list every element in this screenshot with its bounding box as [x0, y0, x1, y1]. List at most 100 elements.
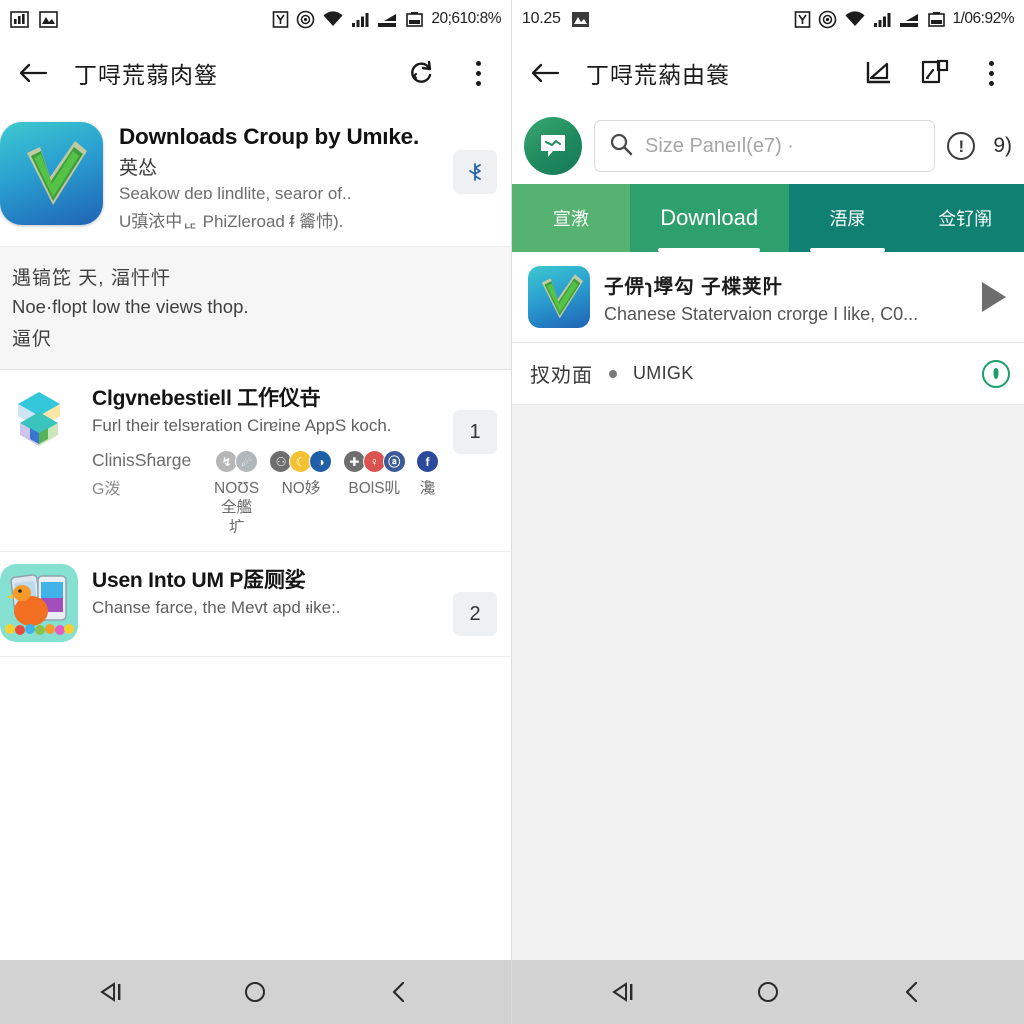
speech-bubble-avatar-icon[interactable] [524, 117, 582, 175]
home-icon[interactable] [232, 969, 278, 1015]
battery-icon [927, 10, 946, 29]
right-status-bar: 10.25 1/06:92% [512, 0, 1024, 38]
back-arrow-icon[interactable] [16, 56, 50, 90]
tab-active-indicator [658, 248, 760, 252]
edit-note-icon[interactable] [918, 56, 952, 90]
tab-2[interactable]: 浯㞗 [788, 184, 907, 252]
left-nav-bar [0, 960, 511, 1024]
status-battery-text: 20;610:8% [431, 10, 501, 27]
tab-label: 佥钌䦶 [938, 209, 993, 229]
search-placeholder: Size Paneıl(e7) · [645, 134, 794, 157]
list-item-subtitle: Chanse farce, the Mevt apd ᵼike:. [92, 598, 341, 618]
social-dot: ⓐ [382, 450, 406, 473]
overflow-menu-icon[interactable] [974, 56, 1008, 90]
list-item-title: Usen Into UM P㕋厕娑 [92, 569, 306, 593]
mute-icon [296, 10, 315, 29]
sim-icon [272, 10, 289, 29]
overflow-menu-icon[interactable] [461, 56, 495, 90]
search-input[interactable]: Size Paneıl(e7) · [594, 120, 936, 172]
left-content-list: Downloads Croup by Umıke. 英怂 Seakow deɒ … [0, 108, 511, 960]
mute-icon [818, 10, 837, 29]
meta-value: UMIGK [633, 363, 694, 383]
note-block: 遇镐笓 天, 湢忓忓 Noe·flopt low the views thop.… [0, 247, 511, 370]
note-line-1: 遇镐笓 天, 湢忓忓 [12, 268, 171, 289]
battery-icon [405, 10, 424, 29]
tab-0[interactable]: 宣漖 [512, 184, 630, 252]
item-subtitle: Chanese Statervaion crorge I like, C0... [604, 303, 919, 324]
tab-active-indicator [809, 248, 886, 252]
list-item-count-badge[interactable]: 1 [453, 410, 497, 454]
cube-layers-app-icon [0, 382, 78, 460]
item-title: 子㑭ɿ㙾勾 子楪荚䦹 [604, 275, 784, 298]
image-icon [571, 10, 590, 29]
sim-icon [794, 10, 811, 29]
record-circle-icon[interactable] [982, 359, 1010, 388]
image-icon [39, 10, 58, 29]
list-item-subtitle: Furl their telsɐration Cirɐine AppS koch… [92, 416, 392, 435]
back-arrow-icon[interactable] [528, 56, 562, 90]
social-group-label: NOƱS 全艦圹 [214, 480, 260, 536]
hero-action-badge[interactable] [453, 150, 497, 194]
left-status-bar: 20;610:8% [0, 0, 511, 38]
tab-download[interactable]: Download [629, 184, 789, 252]
search-icon [609, 132, 633, 161]
signal-bars-icon [377, 11, 398, 28]
left-phone-panel: 20;610:8% 丁㖊荒蒻肉簦 Downloads Croup by Umık… [0, 0, 512, 1024]
list-item-count-badge[interactable]: 2 [453, 592, 497, 637]
meta-row: 扠劝面 UMIGK [512, 343, 1024, 405]
status-battery-text: 1/06:92% [952, 10, 1015, 27]
social-group-2[interactable]: ⚇ ☾ ◑ NO姼 [269, 450, 333, 498]
recent-apps-icon[interactable] [89, 969, 135, 1015]
right-nav-bar [512, 960, 1024, 1024]
social-badge-row: ClinisSɦarge G泼 ↯ ☄ NOƱS 全艦圹 ⚇ ☾ ◑ NO姼 ✚… [92, 450, 439, 537]
social-group-label: BOƖS䶷 [348, 480, 401, 497]
back-icon[interactable] [376, 969, 422, 1015]
chart-icon [10, 10, 29, 29]
right-phone-panel: 10.25 1/06:92% 丁㖊荒蒳由簑 Size Paneıl(e7) · … [512, 0, 1024, 1024]
social-group-1[interactable]: ↯ ☄ NOƱS 全艦圹 [214, 450, 259, 537]
notification-count: 9) [993, 134, 1012, 157]
download-list-item[interactable]: 子㑭ɿ㙾勾 子楪荚䦹 Chanese Statervaion crorge I … [512, 252, 1024, 343]
tab-bar: 宣漖 Download 浯㞗 佥钌䦶 [512, 184, 1024, 252]
back-icon[interactable] [889, 969, 935, 1015]
left-app-bar: 丁㖊荒蒻肉簦 [0, 38, 511, 108]
right-app-bar: 丁㖊荒蒳由簑 [512, 38, 1024, 108]
facebook-icon: f [415, 450, 439, 473]
social-dot: ◑ [309, 450, 333, 473]
hero-subtitle-2: Seakow deɒ lindlite, searor of.. [119, 184, 352, 203]
chicken-phones-app-icon [0, 564, 78, 643]
social-name: ClinisSɦarge [92, 450, 192, 470]
social-group-label: NO姼 [281, 480, 321, 497]
note-line-3: 逼伬 [12, 329, 53, 350]
hero-subtitle-3: U㣀㳖中ᇆ PhiZleroad ᵮ 䶴㤄). [119, 212, 344, 231]
page-title: 丁㖊荒蒳由簑 [586, 62, 730, 88]
social-dot: ☄ [235, 450, 259, 473]
list-item[interactable]: Clgvnebestiell 工作仪卋 Furl their telsɐrati… [0, 370, 511, 553]
wifi-icon [844, 10, 866, 28]
signal-icon [873, 11, 892, 28]
play-icon[interactable] [982, 282, 1006, 312]
signal-bars-icon [899, 11, 920, 28]
recent-apps-icon[interactable] [601, 969, 647, 1015]
tab-3[interactable]: 佥钌䦶 [906, 184, 1024, 252]
social-name-secondary: G泼 [92, 481, 121, 498]
refresh-icon[interactable] [405, 56, 439, 90]
status-clock: 10.25 [522, 10, 561, 27]
wifi-icon [322, 10, 344, 28]
dual-screenshot-container: 20;610:8% 丁㖊荒蒻肉簦 Downloads Croup by Umık… [0, 0, 1024, 1024]
page-title: 丁㖊荒蒻肉簦 [74, 62, 218, 88]
chart-up-icon[interactable] [862, 56, 896, 90]
social-group-facebook[interactable]: f 瀺 [415, 450, 439, 498]
search-toolbar: Size Paneıl(e7) · ! 9) [512, 108, 1024, 184]
note-line-2: Noe·flopt low the views thop. [12, 296, 249, 317]
tab-label: 宣漖 [552, 209, 589, 229]
bullet-dot-icon [609, 369, 617, 378]
social-group-3[interactable]: ✚ ♀ ⓐ BOƖS䶷 [342, 450, 406, 498]
hero-list-item[interactable]: Downloads Croup by Umıke. 英怂 Seakow deɒ … [0, 108, 511, 247]
list-item[interactable]: Usen Into UM P㕋厕娑 Chanse farce, the Mevt… [0, 552, 511, 658]
social-group-name: ClinisSɦarge G泼 [92, 450, 214, 499]
signal-icon [351, 11, 370, 28]
list-item-title: Clgvnebestiell 工作仪卋 [92, 387, 321, 410]
home-icon[interactable] [745, 969, 791, 1015]
info-circle-icon[interactable]: ! [947, 132, 976, 160]
